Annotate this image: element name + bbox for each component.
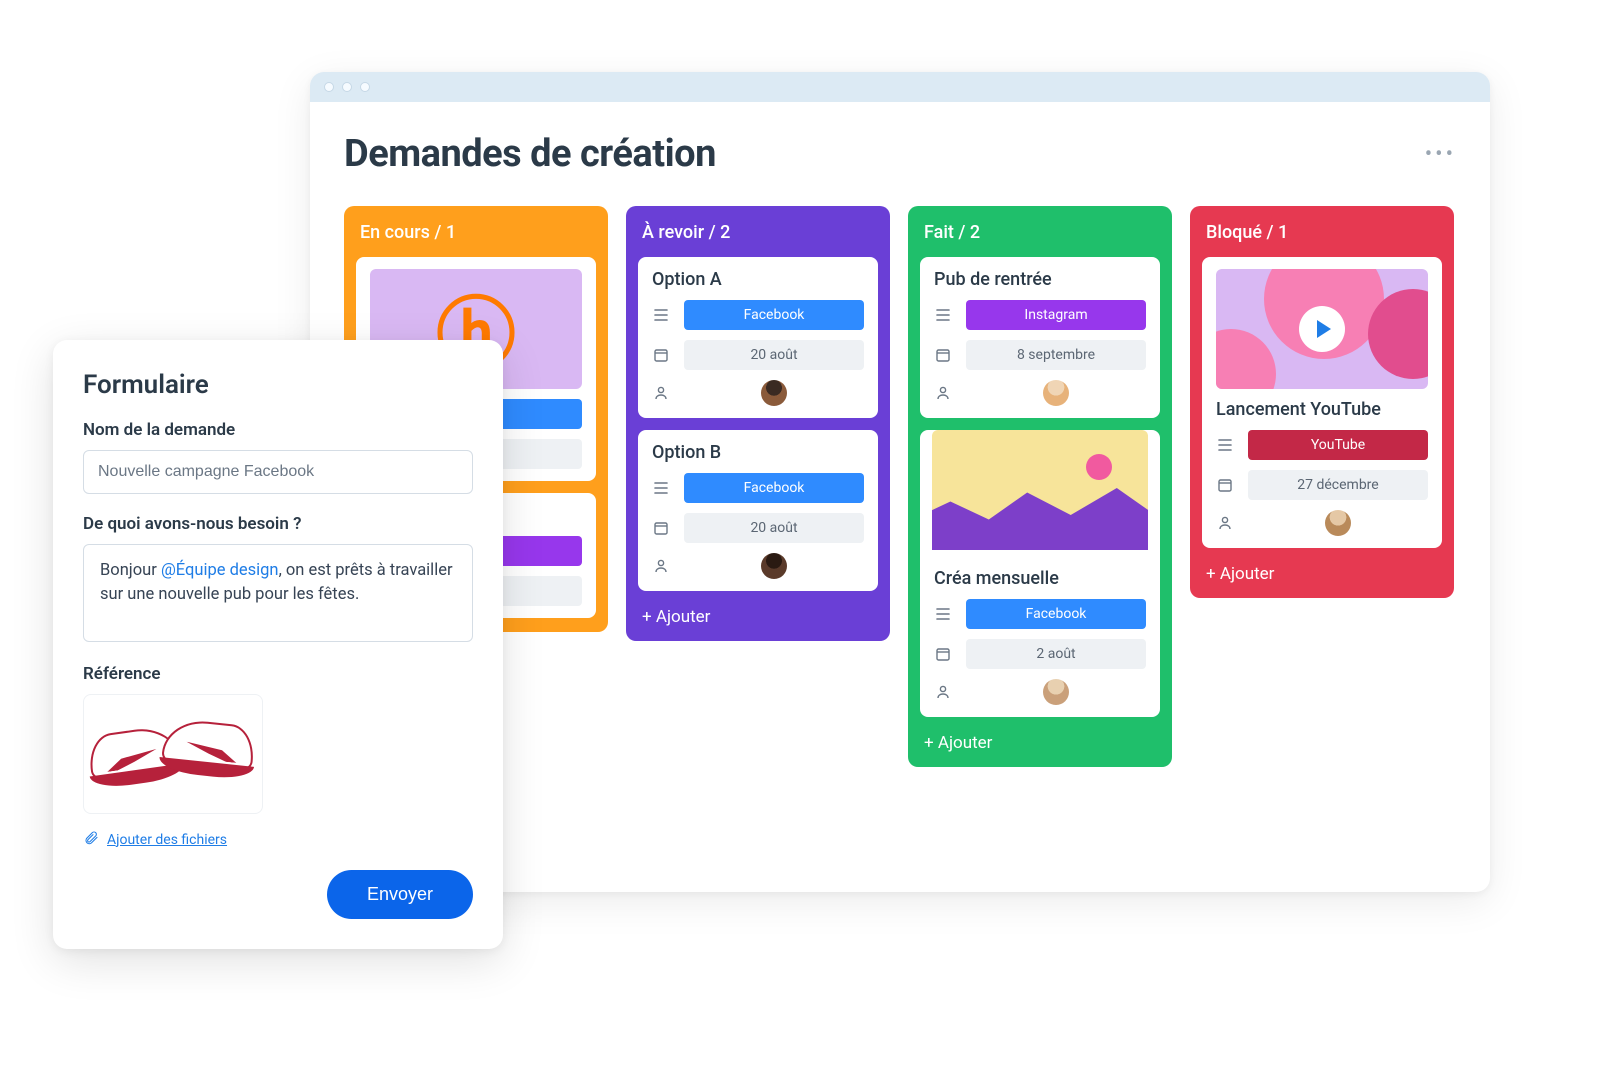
form-heading: Formulaire <box>83 370 473 400</box>
assignee-avatar <box>1043 380 1069 406</box>
channel-pill: Facebook <box>966 599 1146 629</box>
calendar-icon <box>652 347 670 363</box>
card-title: Pub de rentrée <box>934 269 1146 290</box>
reference-thumbnail[interactable] <box>83 694 263 814</box>
kanban-card[interactable]: Lancement YouTube YouTube 27 décembre <box>1202 257 1442 548</box>
date-pill: 2 août <box>966 639 1146 669</box>
calendar-icon <box>652 520 670 536</box>
more-menu-icon[interactable]: ••• <box>1425 142 1456 167</box>
assignee-avatar <box>1043 679 1069 705</box>
kanban-columns: En cours / 1 ⓗ ok <box>344 206 1456 767</box>
request-name-input[interactable] <box>83 450 473 494</box>
calendar-icon <box>1216 477 1234 493</box>
list-icon <box>652 307 670 323</box>
list-icon <box>934 606 952 622</box>
name-label: Nom de la demande <box>83 420 473 440</box>
add-card-button[interactable]: + Ajouter <box>1202 560 1442 584</box>
person-icon <box>934 684 952 700</box>
date-pill: 8 septembre <box>966 340 1146 370</box>
date-pill: 27 décembre <box>1248 470 1428 500</box>
column-fait: Fait / 2 Pub de rentrée Instagram 8 sept… <box>908 206 1172 767</box>
channel-pill: YouTube <box>1248 430 1428 460</box>
card-title: Option A <box>652 269 864 290</box>
person-icon <box>934 385 952 401</box>
window-dot <box>360 82 370 92</box>
mention-chip[interactable]: @Équipe design <box>161 561 279 580</box>
need-label: De quoi avons-nous besoin ? <box>83 514 473 534</box>
column-bloque: Bloqué / 1 Lancement YouTube YouTube 27 … <box>1190 206 1454 598</box>
column-header: En cours / 1 <box>356 218 596 245</box>
submit-button[interactable]: Envoyer <box>327 870 473 919</box>
channel-pill: Instagram <box>966 300 1146 330</box>
calendar-icon <box>934 646 952 662</box>
channel-pill: Facebook <box>684 300 864 330</box>
column-a-revoir: À revoir / 2 Option A Facebook 20 août <box>626 206 890 641</box>
assignee-avatar <box>761 553 787 579</box>
card-title: Lancement YouTube <box>1216 399 1428 420</box>
assignee-avatar <box>761 380 787 406</box>
shoe-graphic <box>158 711 259 781</box>
date-pill: 20 août <box>684 513 864 543</box>
person-icon <box>652 385 670 401</box>
person-icon <box>1216 515 1234 531</box>
add-card-button[interactable]: + Ajouter <box>638 603 878 627</box>
kanban-card[interactable]: Option A Facebook 20 août <box>638 257 878 418</box>
board-header: Demandes de création ••• <box>344 132 1456 176</box>
kanban-card[interactable]: Créa mensuelle Facebook 2 août <box>920 430 1160 717</box>
column-header: Fait / 2 <box>920 218 1160 245</box>
play-icon[interactable] <box>1299 306 1345 352</box>
window-titlebar <box>310 72 1490 102</box>
list-icon <box>934 307 952 323</box>
person-icon <box>652 558 670 574</box>
column-header: Bloqué / 1 <box>1202 218 1442 245</box>
form-panel: Formulaire Nom de la demande De quoi avo… <box>53 340 503 949</box>
request-description-input[interactable]: Bonjour @Équipe design, on est prêts à t… <box>83 544 473 642</box>
kanban-card[interactable]: Pub de rentrée Instagram 8 septembre <box>920 257 1160 418</box>
list-icon <box>652 480 670 496</box>
column-header: À revoir / 2 <box>638 218 878 245</box>
card-title: Créa mensuelle <box>934 568 1146 589</box>
board-title: Demandes de création <box>344 132 716 176</box>
window-dot <box>342 82 352 92</box>
list-icon <box>1216 437 1234 453</box>
need-text-prefix: Bonjour <box>100 561 161 580</box>
add-card-button[interactable]: + Ajouter <box>920 729 1160 753</box>
card-video-preview[interactable] <box>1216 269 1428 389</box>
attach-files-link[interactable]: Ajouter des fichiers <box>107 832 227 848</box>
paperclip-icon <box>83 830 99 850</box>
window-dot <box>324 82 334 92</box>
calendar-icon <box>934 347 952 363</box>
date-pill: 20 août <box>684 340 864 370</box>
channel-pill: Facebook <box>684 473 864 503</box>
reference-label: Référence <box>83 664 473 684</box>
card-image <box>932 430 1148 550</box>
kanban-card[interactable]: Option B Facebook 20 août <box>638 430 878 591</box>
card-title: Option B <box>652 442 864 463</box>
assignee-avatar <box>1325 510 1351 536</box>
